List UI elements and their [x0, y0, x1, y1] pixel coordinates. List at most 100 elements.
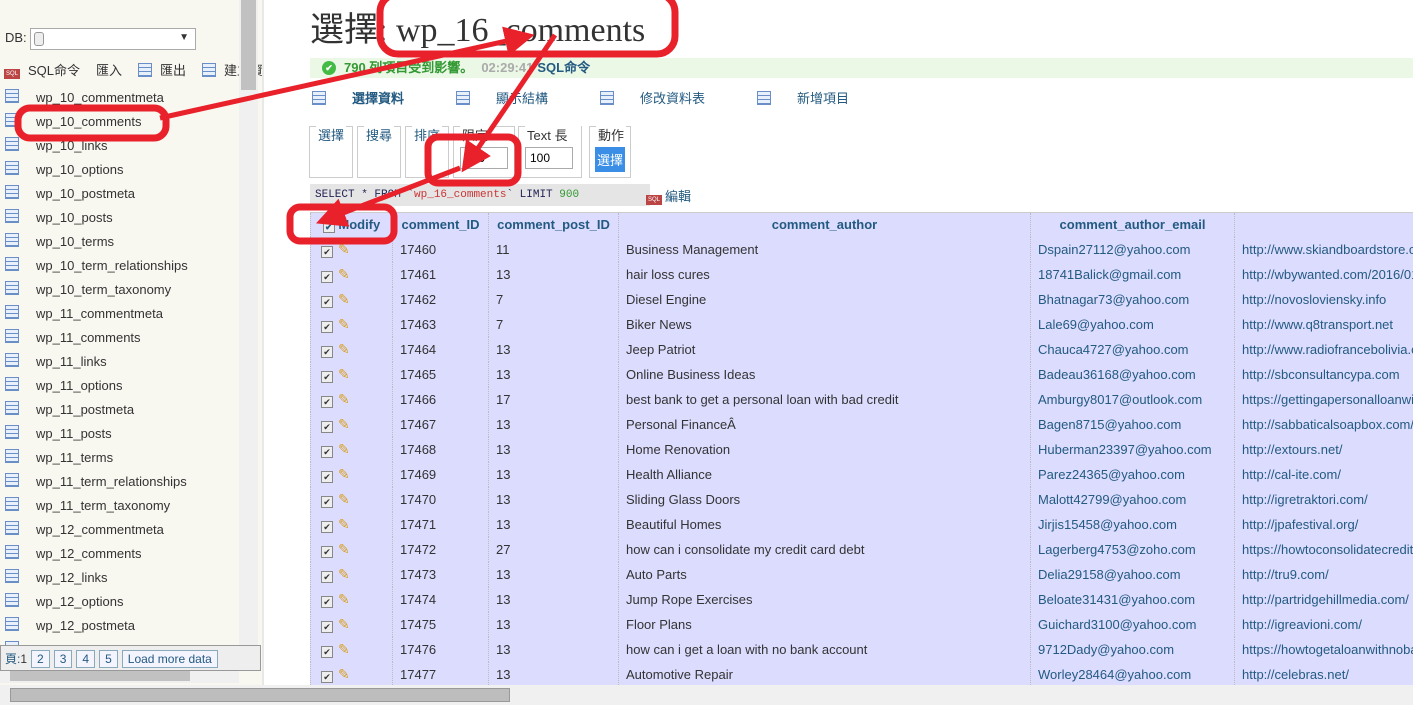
sidebar-table-item[interactable]: wp_10_options [0, 158, 239, 182]
sidebar-table-item[interactable]: wp_11_options [0, 374, 239, 398]
table-name[interactable]: wp_12_commentmeta [36, 522, 164, 537]
limit-input[interactable] [460, 147, 508, 169]
scrollbar-thumb[interactable] [241, 0, 256, 90]
table-name[interactable]: wp_12_postmeta [36, 618, 135, 633]
tab[interactable]: 修改資料表 [600, 91, 731, 106]
sidebar-table-item[interactable]: wp_11_term_taxonomy [0, 494, 239, 518]
edit-pencil-icon[interactable]: ✎ [338, 491, 350, 508]
table-name[interactable]: wp_11_terms [36, 450, 113, 465]
cell[interactable]: https://howtogetaloanwithnoba [1234, 636, 1413, 662]
table-name[interactable]: wp_10_terms [36, 234, 114, 249]
cell[interactable]: Dspain27112@yahoo.com [1030, 236, 1235, 262]
row-checkbox[interactable]: ✔ [321, 345, 333, 358]
row-checkbox[interactable]: ✔ [321, 520, 333, 533]
cell[interactable]: 18741Balick@gmail.com [1030, 261, 1235, 287]
cell[interactable]: http://celebras.net/ [1234, 661, 1413, 685]
table-name[interactable]: wp_11_term_taxonomy [36, 498, 170, 513]
cell[interactable]: http://wbywanted.com/2016/01 [1234, 261, 1413, 287]
column-header[interactable]: comment_post_ID [488, 212, 619, 237]
tab[interactable]: 選擇資料 [312, 91, 430, 106]
edit-pencil-icon[interactable]: ✎ [338, 416, 350, 433]
sidebar-tool-link[interactable]: SQL SQL命令 [4, 63, 88, 79]
edit-pencil-icon[interactable]: ✎ [338, 641, 350, 658]
edit-pencil-icon[interactable]: ✎ [338, 666, 350, 683]
sidebar-tool-link[interactable]: 匯出 [138, 63, 194, 78]
edit-pencil-icon[interactable]: ✎ [338, 566, 350, 583]
sidebar-table-item[interactable]: wp_12_options [0, 590, 239, 614]
sort-legend[interactable]: 排序 [412, 125, 443, 144]
cell[interactable]: Amburgy8017@outlook.com [1030, 386, 1235, 412]
table-name[interactable]: wp_11_options [36, 378, 123, 393]
cell[interactable]: Worley28464@yahoo.com [1030, 661, 1235, 685]
row-checkbox[interactable]: ✔ [321, 545, 333, 558]
cell[interactable]: http://www.q8transport.net [1234, 311, 1413, 337]
cell[interactable]: Jirjis15458@yahoo.com [1030, 511, 1235, 537]
column-header[interactable] [1234, 212, 1413, 237]
tab[interactable]: 新增項目 [757, 91, 875, 106]
sidebar-table-item[interactable]: wp_10_postmeta [0, 182, 239, 206]
sidebar-table-item[interactable]: wp_10_commentmeta [0, 86, 239, 110]
edit-pencil-icon[interactable]: ✎ [338, 616, 350, 633]
text-length-input[interactable] [525, 147, 573, 169]
table-name[interactable]: wp_10_commentmeta [36, 90, 164, 105]
sidebar-table-item[interactable]: wp_12_postmeta [0, 614, 239, 638]
column-header[interactable]: comment_ID [392, 212, 489, 237]
sidebar-table-item[interactable]: wp_11_term_relationships [0, 470, 239, 494]
row-checkbox[interactable]: ✔ [321, 620, 333, 633]
cell[interactable]: Parez24365@yahoo.com [1030, 461, 1235, 487]
row-checkbox[interactable]: ✔ [321, 670, 333, 683]
sidebar-table-item[interactable]: wp_12_links [0, 566, 239, 590]
cell[interactable]: https://howtoconsolidatecredit [1234, 536, 1413, 562]
db-select[interactable]: ▼ [30, 28, 196, 50]
page-link[interactable]: 2 [31, 650, 50, 668]
sidebar-tool-link[interactable]: 匯入 [96, 63, 130, 78]
table-name[interactable]: wp_11_postmeta [36, 402, 134, 417]
cell[interactable]: Badeau36168@yahoo.com [1030, 361, 1235, 387]
scrollbar-thumb[interactable] [10, 688, 510, 702]
cell[interactable]: http://cal-ite.com/ [1234, 461, 1413, 487]
edit-pencil-icon[interactable]: ✎ [338, 591, 350, 608]
edit-pencil-icon[interactable]: ✎ [338, 466, 350, 483]
edit-pencil-icon[interactable]: ✎ [338, 441, 350, 458]
sidebar-scrollbar[interactable] [239, 0, 258, 665]
row-checkbox[interactable]: ✔ [321, 470, 333, 483]
row-checkbox[interactable]: ✔ [321, 570, 333, 583]
sidebar-table-item[interactable]: wp_11_posts [0, 422, 239, 446]
cell[interactable]: Lale69@yahoo.com [1030, 311, 1235, 337]
cell[interactable]: Bagen8715@yahoo.com [1030, 411, 1235, 437]
sidebar-table-item[interactable]: wp_11_terms [0, 446, 239, 470]
edit-pencil-icon[interactable]: ✎ [338, 316, 350, 333]
row-checkbox[interactable]: ✔ [321, 445, 333, 458]
sidebar-table-item[interactable]: wp_10_term_taxonomy [0, 278, 239, 302]
column-header[interactable]: comment_author_email [1030, 212, 1235, 237]
cell[interactable]: http://www.skiandboardstore.c [1234, 236, 1413, 262]
cell[interactable]: http://extours.net/ [1234, 436, 1413, 462]
table-name[interactable]: wp_11_links [36, 354, 107, 369]
search-legend[interactable]: 搜尋 [364, 125, 395, 144]
column-header[interactable]: comment_author [618, 212, 1031, 237]
row-checkbox[interactable]: ✔ [321, 645, 333, 658]
table-name[interactable]: wp_10_comments [36, 114, 142, 129]
select-button[interactable]: 選擇 [595, 147, 626, 172]
cell[interactable]: Guichard3100@yahoo.com [1030, 611, 1235, 637]
edit-pencil-icon[interactable]: ✎ [338, 266, 350, 283]
cell[interactable]: Malott42799@yahoo.com [1030, 486, 1235, 512]
cell[interactable]: 9712Dady@yahoo.com [1030, 636, 1235, 662]
select-all-checkbox[interactable]: ✔ [322, 220, 335, 233]
load-more-button[interactable]: Load more data [121, 650, 218, 668]
row-checkbox[interactable]: ✔ [321, 295, 333, 308]
table-name[interactable]: wp_12_options [36, 594, 123, 609]
cell[interactable]: http://igreavioni.com/ [1234, 611, 1413, 637]
sidebar-table-item[interactable]: wp_10_terms [0, 230, 239, 254]
table-name[interactable]: wp_10_term_taxonomy [36, 282, 171, 297]
sidebar-table-item[interactable]: wp_11_postmeta [0, 398, 239, 422]
edit-pencil-icon[interactable]: ✎ [338, 516, 350, 533]
table-name[interactable]: wp_10_links [36, 138, 108, 153]
table-name[interactable]: wp_10_term_relationships [36, 258, 188, 273]
sidebar-table-item[interactable]: wp_10_posts [0, 206, 239, 230]
page-link[interactable]: 4 [76, 650, 96, 668]
edit-pencil-icon[interactable]: ✎ [338, 241, 350, 258]
table-name[interactable]: wp_12_comments [36, 546, 142, 561]
table-name[interactable]: wp_11_term_relationships [36, 474, 187, 489]
table-name[interactable]: wp_11_commentmeta [36, 306, 163, 321]
